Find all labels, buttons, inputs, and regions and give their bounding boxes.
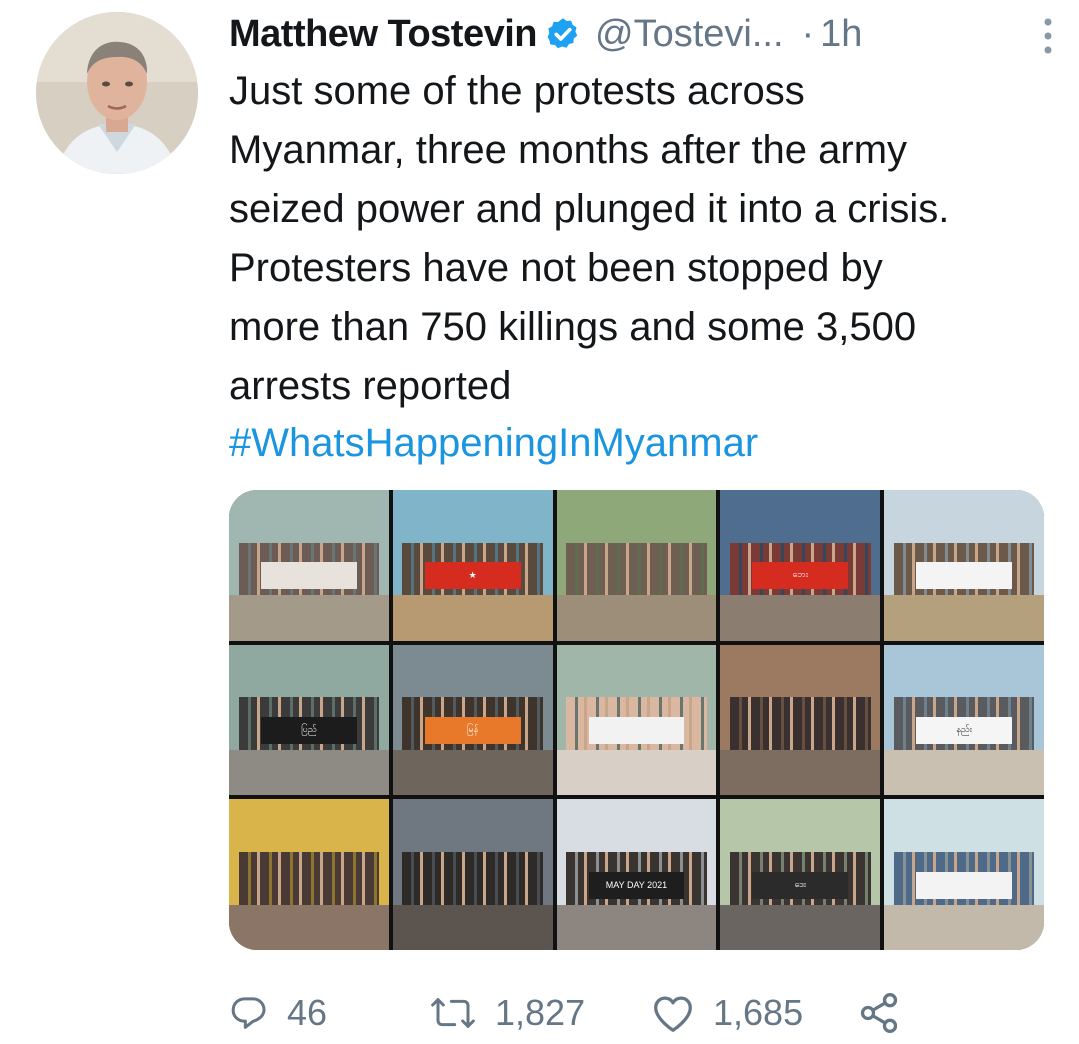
retweet-icon <box>431 998 475 1028</box>
photo-ground <box>392 750 553 796</box>
photo-ground <box>556 904 717 950</box>
photo-crowd <box>402 852 544 910</box>
photo-sky <box>884 490 1044 543</box>
protest-banner <box>588 716 685 745</box>
photo-crowd <box>566 542 707 600</box>
media-photo[interactable]: MAY DAY 2021 <box>556 799 717 950</box>
separator-dot: · <box>801 12 815 55</box>
protest-banner <box>916 871 1013 899</box>
author-name[interactable]: Matthew Tostevin <box>229 13 538 56</box>
more-options-icon[interactable] <box>1041 16 1055 56</box>
protest-banner: ★ <box>424 562 521 590</box>
photo-sky <box>556 490 717 543</box>
media-photo[interactable] <box>884 490 1044 641</box>
avatar-photo <box>36 12 198 174</box>
retweet-button[interactable]: 1,827 <box>429 992 651 1034</box>
like-count: 1,685 <box>713 992 804 1033</box>
protest-banner: မြန် <box>424 716 521 745</box>
photo-ground <box>720 750 881 796</box>
share-button[interactable] <box>857 991 901 1035</box>
photo-sky <box>884 799 1044 853</box>
reply-icon <box>231 997 266 1029</box>
author-handle[interactable]: @Tostevi... <box>595 13 784 56</box>
photo-sky <box>884 644 1044 698</box>
hashtag-link[interactable]: #WhatsHappeningInMyanmar <box>229 414 758 473</box>
protest-banner: နည်း <box>916 716 1013 745</box>
photo-sky <box>392 799 553 853</box>
photo-sky <box>720 490 881 543</box>
photo-sky <box>229 644 389 698</box>
media-photo[interactable]: နည်း <box>884 644 1044 796</box>
reply-count: 46 <box>287 992 328 1033</box>
photo-ground <box>556 595 717 641</box>
tweet-header: Matthew Tostevin @Tostevi... · 1h <box>229 6 1059 62</box>
media-photo-grid[interactable]: ★ ဘေးပြည် မြန် နည်း MAY DAY 2021 ဒေး <box>229 490 1044 950</box>
photo-sky <box>720 799 881 853</box>
photo-sky <box>556 799 717 853</box>
tweet-body: Just some of the protests across Myanmar… <box>229 69 950 408</box>
like-button[interactable]: 1,685 <box>651 992 857 1034</box>
photo-sky <box>556 644 717 698</box>
photo-crowd <box>238 852 380 910</box>
photo-ground <box>884 904 1044 950</box>
verified-badge-icon <box>547 18 578 49</box>
protest-banner: MAY DAY 2021 <box>588 871 685 899</box>
reply-button[interactable]: 46 <box>229 992 429 1034</box>
media-photo[interactable] <box>556 490 717 641</box>
media-photo[interactable] <box>884 799 1044 950</box>
media-photo[interactable] <box>720 644 881 796</box>
photo-ground <box>884 750 1044 796</box>
protest-banner: ပြည် <box>260 716 357 745</box>
photo-crowd <box>729 697 871 755</box>
media-photo[interactable] <box>229 490 389 641</box>
photo-sky <box>229 799 389 853</box>
media-photo[interactable] <box>556 644 717 796</box>
photo-sky <box>392 644 553 698</box>
protest-banner: ဒေး <box>752 871 849 899</box>
media-photo[interactable]: မြန် <box>392 644 553 796</box>
photo-ground <box>556 750 717 796</box>
protest-banner <box>260 562 357 590</box>
protest-banner: ဘေး <box>752 562 849 590</box>
photo-sky <box>392 490 553 543</box>
media-photo[interactable] <box>392 799 553 950</box>
photo-ground <box>229 595 389 641</box>
photo-ground <box>884 595 1044 641</box>
photo-sky <box>229 490 389 543</box>
protest-banner <box>916 562 1013 590</box>
photo-ground <box>392 904 553 950</box>
tweet-timestamp[interactable]: 1h <box>820 13 862 56</box>
media-photo[interactable]: ဘေး <box>720 490 881 641</box>
tweet-actions: 46 1,827 1,685 <box>229 985 929 1041</box>
avatar[interactable] <box>36 12 198 174</box>
share-icon <box>860 993 898 1033</box>
media-photo[interactable]: ပြည် <box>229 644 389 796</box>
photo-ground <box>720 904 881 950</box>
retweet-count: 1,827 <box>495 992 586 1033</box>
media-photo[interactable]: ဒေး <box>720 799 881 950</box>
photo-ground <box>229 904 389 950</box>
photo-ground <box>229 750 389 796</box>
heart-icon <box>654 996 692 1032</box>
photo-sky <box>720 644 881 698</box>
photo-ground <box>392 595 553 641</box>
photo-ground <box>720 595 881 641</box>
media-photo[interactable]: ★ <box>392 490 553 641</box>
media-photo[interactable] <box>229 799 389 950</box>
